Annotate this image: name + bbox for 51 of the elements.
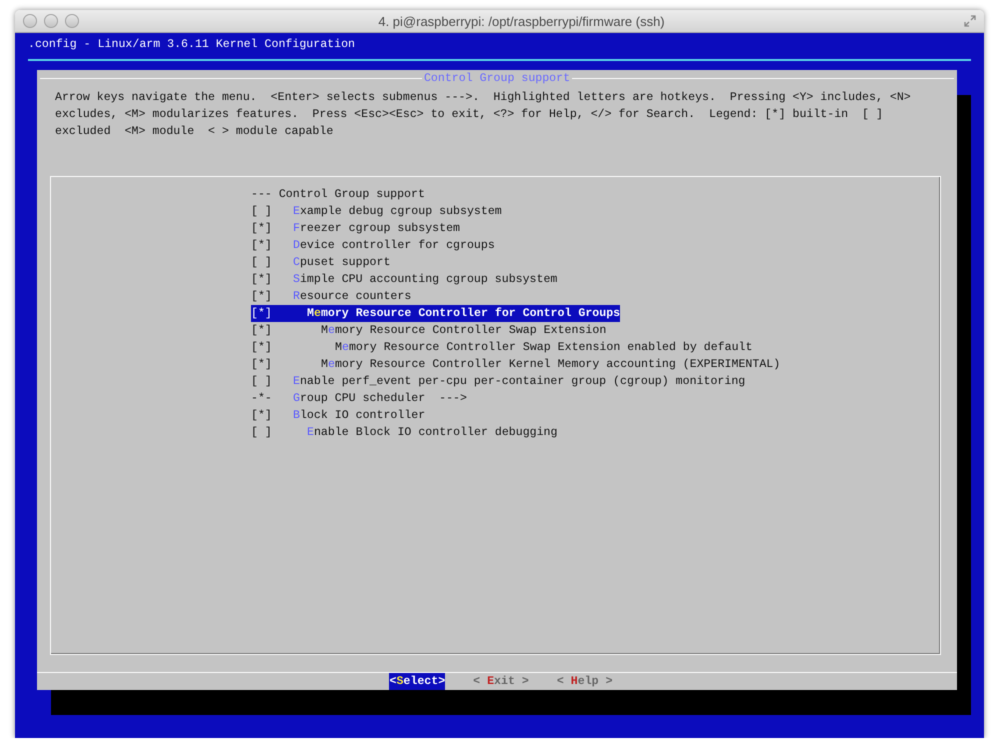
- menu-item: Cpuset support: [293, 254, 390, 271]
- menu-row[interactable]: [*] Memory Resource Controller Kernel Memory accounting (EXPERIMENTAL): [251, 356, 780, 373]
- menu-row[interactable]: [ ] Enable perf_event per-cpu per-container group (cgroup) monitoring: [251, 372, 746, 390]
- option-state[interactable]: [*]: [251, 338, 293, 356]
- menu-item: Simple CPU accounting cgroup subsystem: [293, 272, 558, 288]
- menu-item: Memory Resource Controller Swap Extension enabled by default: [334, 340, 752, 356]
- menu-row[interactable]: [*] Simple CPU accounting cgroup subsystem: [251, 270, 558, 288]
- menu-item: Device controller for cgroups: [293, 238, 495, 254]
- menu-row[interactable]: [*] Memory Resource Controller Swap Extension: [251, 322, 606, 339]
- menu-row[interactable]: -*- Group CPU scheduler --->: [251, 390, 467, 407]
- menu-item: Memory Resource Controller Swap Extension: [320, 322, 606, 339]
- option-state[interactable]: [ ]: [251, 424, 293, 441]
- help-text: Arrow keys navigate the menu. <Enter> selects submenus --->. Highlighted letters are hotkeys. Pressing <Y> includes, <N>: [55, 90, 912, 106]
- menu-row[interactable]: [*] Device controller for cgroups: [251, 236, 495, 254]
- help-text: excluded <M> module < > module capable: [55, 124, 334, 140]
- menu-item: Enable Block IO controller debugging: [306, 424, 558, 441]
- config-title: .config - Linux/arm 3.6.11 Kernel Configuration: [27, 37, 356, 53]
- menu-item: Memory Resource Controller Kernel Memory accounting (EXPERIMENTAL): [320, 356, 780, 373]
- menu-item: Block IO controller: [293, 408, 426, 424]
- option-state[interactable]: -*-: [251, 390, 293, 407]
- option-state[interactable]: [*]: [251, 220, 293, 237]
- menu-row[interactable]: [*] Block IO controller: [251, 406, 426, 424]
- menu-row[interactable]: [ ] Enable Block IO controller debugging: [251, 424, 558, 441]
- minimize-button[interactable]: [44, 14, 58, 28]
- close-button[interactable]: [23, 14, 37, 28]
- dialog-button[interactable]: <Select>: [389, 673, 446, 690]
- menu-row[interactable]: [*] Memory Resource Controller Swap Extension enabled by default: [251, 338, 752, 356]
- dialog-title: Control Group support: [422, 71, 572, 87]
- menu-item: Group CPU scheduler --->: [293, 390, 467, 407]
- menu-row[interactable]: [ ] Cpuset support: [251, 254, 390, 271]
- option-state[interactable]: [*]: [251, 288, 293, 305]
- fullscreen-icon[interactable]: [964, 15, 976, 27]
- help-text: excludes, <M> modularizes features. Press <Esc><Esc> to exit, <?> for Help, </> for Search. Legend: [*] built-in [ ]: [55, 107, 884, 123]
- menu-heading: --- Control Group support: [251, 186, 425, 203]
- option-state[interactable]: [*]: [251, 270, 293, 288]
- menu-item: Enable perf_event per-cpu per-container group (cgroup) monitoring: [293, 374, 746, 390]
- option-state[interactable]: [*]: [251, 406, 293, 424]
- menu-item: Freezer cgroup subsystem: [293, 220, 460, 237]
- option-state[interactable]: [ ]: [251, 372, 293, 390]
- menu-item: Example debug cgroup subsystem: [293, 204, 502, 220]
- menu-row[interactable]: [*] Freezer cgroup subsystem: [251, 220, 460, 237]
- menu-row[interactable]: [ ] Example debug cgroup subsystem: [251, 202, 502, 220]
- menu-row[interactable]: [*] Resource counters: [251, 288, 412, 305]
- option-state[interactable]: [*]: [251, 356, 293, 373]
- option-state[interactable]: [*]: [251, 236, 293, 254]
- zoom-button[interactable]: [65, 14, 79, 28]
- option-state[interactable]: [ ]: [251, 202, 293, 220]
- menu-item: Resource counters: [293, 288, 412, 305]
- option-state[interactable]: [ ]: [251, 254, 293, 271]
- window-title: 4. pi@raspberrypi: /opt/raspberrypi/firmware (ssh): [377, 14, 666, 28]
- option-state[interactable]: [*]: [251, 322, 293, 339]
